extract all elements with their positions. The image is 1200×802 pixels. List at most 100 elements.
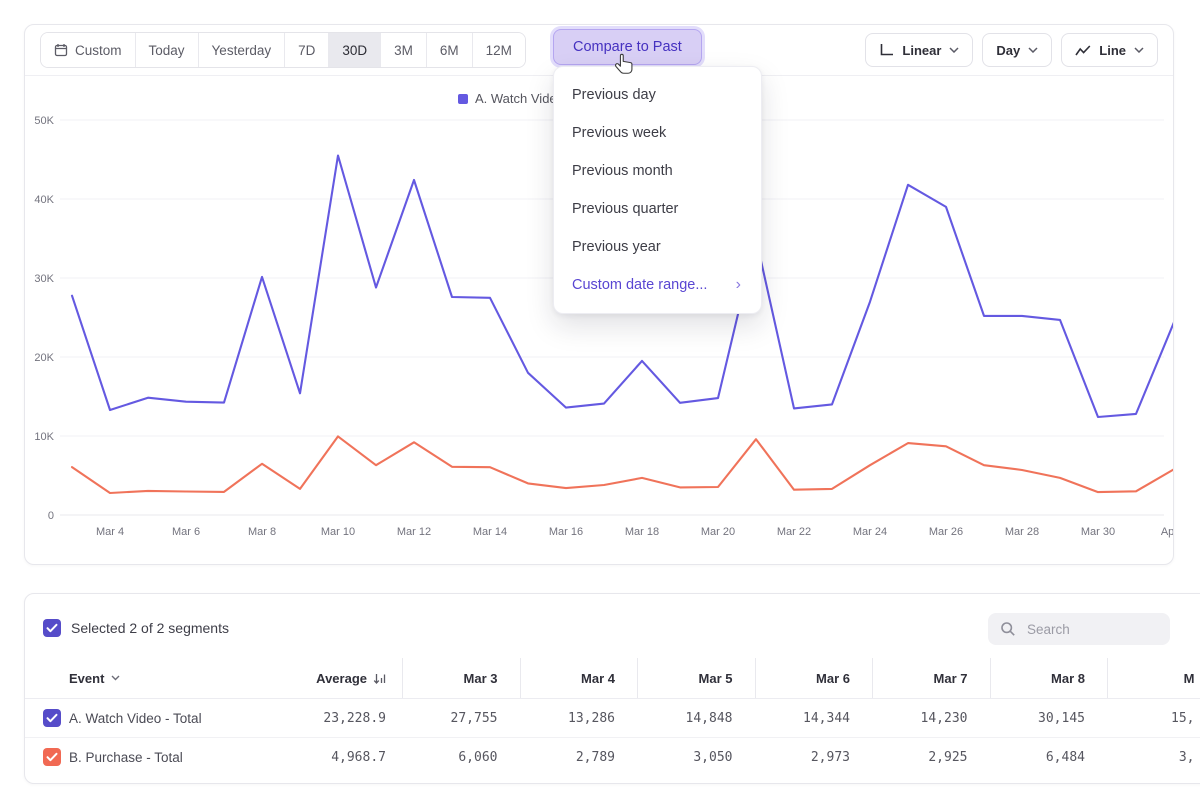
range-button-label: Custom: [75, 43, 122, 58]
value-cell-clipped: 3,: [1107, 738, 1200, 776]
value-cell: 2,789: [520, 738, 638, 776]
legend-swatch: [458, 94, 468, 104]
column-header-mar-7[interactable]: Mar 7: [872, 658, 990, 698]
value-cell: 6,484: [990, 738, 1108, 776]
select-all-checkbox[interactable]: [43, 619, 61, 637]
value-cell: 30,145: [990, 699, 1108, 737]
range-button-6m[interactable]: 6M: [427, 33, 473, 67]
value-cell-clipped: 15,: [1107, 699, 1200, 737]
axis-icon: [879, 43, 894, 57]
average-header-label: Average: [316, 671, 367, 686]
tool-button-label: Day: [996, 43, 1020, 58]
average-value: 4,968.7: [289, 738, 402, 776]
menu-item-previous-week[interactable]: Previous week: [554, 114, 761, 152]
segments-header: Selected 2 of 2 segments: [43, 619, 229, 637]
column-header-mar-8[interactable]: Mar 8: [990, 658, 1108, 698]
segments-panel: Selected 2 of 2 segments Event Average Mar…: [24, 593, 1200, 784]
range-button-label: 30D: [342, 43, 367, 58]
value-cell: 14,344: [755, 699, 873, 737]
segment-cell: B. Purchase - Total: [25, 738, 289, 776]
x-axis-label: Mar 16: [549, 526, 583, 538]
y-axis-label: 20K: [34, 352, 54, 364]
compare-to-past-button[interactable]: Compare to Past: [553, 29, 702, 65]
range-button-label: Today: [149, 43, 185, 58]
y-axis-label: 0: [48, 510, 54, 522]
y-axis-label: 50K: [34, 115, 54, 127]
x-axis-label: Mar 30: [1081, 526, 1115, 538]
table-header-row: Event Average Mar 3Mar 4Mar 5Mar 6Mar 7Mar…: [25, 658, 1200, 699]
chevron-down-icon: [1134, 47, 1144, 53]
chevron-down-icon: [1028, 47, 1038, 53]
x-axis-label: Mar 8: [248, 526, 276, 538]
column-header-mar-6[interactable]: Mar 6: [755, 658, 873, 698]
y-axis-label: 40K: [34, 194, 54, 206]
x-axis-label: Mar 14: [473, 526, 507, 538]
table-row: A. Watch Video - Total 23,228.927,75513,2…: [25, 699, 1200, 738]
value-cell: 6,060: [402, 738, 520, 776]
x-axis-label: Mar 20: [701, 526, 735, 538]
x-axis-label: Mar 12: [397, 526, 431, 538]
value-cell: 13,286: [520, 699, 638, 737]
value-cell: 14,848: [637, 699, 755, 737]
range-button-custom[interactable]: Custom: [41, 33, 136, 67]
range-button-label: 3M: [394, 43, 413, 58]
search-icon: [1000, 621, 1016, 637]
menu-item-custom-date-range[interactable]: Custom date range...›: [554, 266, 761, 304]
line-dropdown-button[interactable]: Line: [1061, 33, 1158, 67]
column-header-event[interactable]: Event: [25, 658, 289, 698]
date-range-group: Custom Today Yesterday 7D 30D 3M 6M 12M: [40, 32, 526, 68]
tool-button-label: Line: [1099, 43, 1126, 58]
day-dropdown-button[interactable]: Day: [982, 33, 1052, 67]
x-axis-label: Mar 24: [853, 526, 887, 538]
search-box[interactable]: [988, 613, 1170, 645]
chevron-down-icon: [111, 675, 120, 681]
selected-summary: Selected 2 of 2 segments: [71, 620, 229, 636]
segment-checkbox[interactable]: [43, 748, 61, 766]
average-value: 23,228.9: [289, 699, 402, 737]
x-axis-label: Mar 4: [96, 526, 124, 538]
linear-dropdown-button[interactable]: Linear: [865, 33, 973, 67]
range-button-3m[interactable]: 3M: [381, 33, 427, 67]
chart-controls-group: Linear Day Line: [865, 33, 1158, 67]
check-icon: [46, 752, 58, 762]
column-header-average[interactable]: Average: [289, 658, 402, 698]
range-button-12m[interactable]: 12M: [473, 33, 525, 67]
x-axis-label: Mar 6: [172, 526, 200, 538]
range-button-yesterday[interactable]: Yesterday: [199, 33, 286, 67]
check-icon: [46, 713, 58, 723]
range-button-label: Yesterday: [212, 43, 272, 58]
y-axis-label: 30K: [34, 273, 54, 285]
range-button-30d[interactable]: 30D: [329, 33, 381, 67]
column-header-mar-3[interactable]: Mar 3: [402, 658, 520, 698]
segment-label: A. Watch Video - Total: [69, 711, 202, 726]
search-input[interactable]: [1025, 621, 1159, 638]
range-button-label: 7D: [298, 43, 315, 58]
x-axis-label: Mar 28: [1005, 526, 1039, 538]
range-button-label: 6M: [440, 43, 459, 58]
value-cell: 2,973: [755, 738, 873, 776]
menu-item-previous-quarter[interactable]: Previous quarter: [554, 190, 761, 228]
column-header-mar-5[interactable]: Mar 5: [637, 658, 755, 698]
value-cell: 27,755: [402, 699, 520, 737]
value-cell: 3,050: [637, 738, 755, 776]
chevron-right-icon: ›: [736, 277, 741, 293]
column-header-mar-4[interactable]: Mar 4: [520, 658, 638, 698]
chevron-down-icon: [949, 47, 959, 53]
menu-item-previous-day[interactable]: Previous day: [554, 76, 761, 114]
menu-item-previous-month[interactable]: Previous month: [554, 152, 761, 190]
compare-to-past-menu: Previous dayPrevious weekPrevious monthP…: [553, 66, 762, 314]
range-button-label: 12M: [486, 43, 512, 58]
x-axis-label: Mar 10: [321, 526, 355, 538]
range-button-today[interactable]: Today: [136, 33, 199, 67]
segment-label: B. Purchase - Total: [69, 750, 183, 765]
segments-table: Event Average Mar 3Mar 4Mar 5Mar 6Mar 7Mar…: [25, 658, 1200, 776]
segment-checkbox[interactable]: [43, 709, 61, 727]
line-chart-icon: [1075, 44, 1091, 57]
tool-button-label: Linear: [902, 43, 941, 58]
value-cell: 2,925: [872, 738, 990, 776]
table-row: B. Purchase - Total 4,968.76,0602,7893,05…: [25, 738, 1200, 776]
y-axis-label: 10K: [34, 431, 54, 443]
x-axis-label: Apr 1: [1161, 526, 1174, 538]
range-button-7d[interactable]: 7D: [285, 33, 329, 67]
menu-item-previous-year[interactable]: Previous year: [554, 228, 761, 266]
